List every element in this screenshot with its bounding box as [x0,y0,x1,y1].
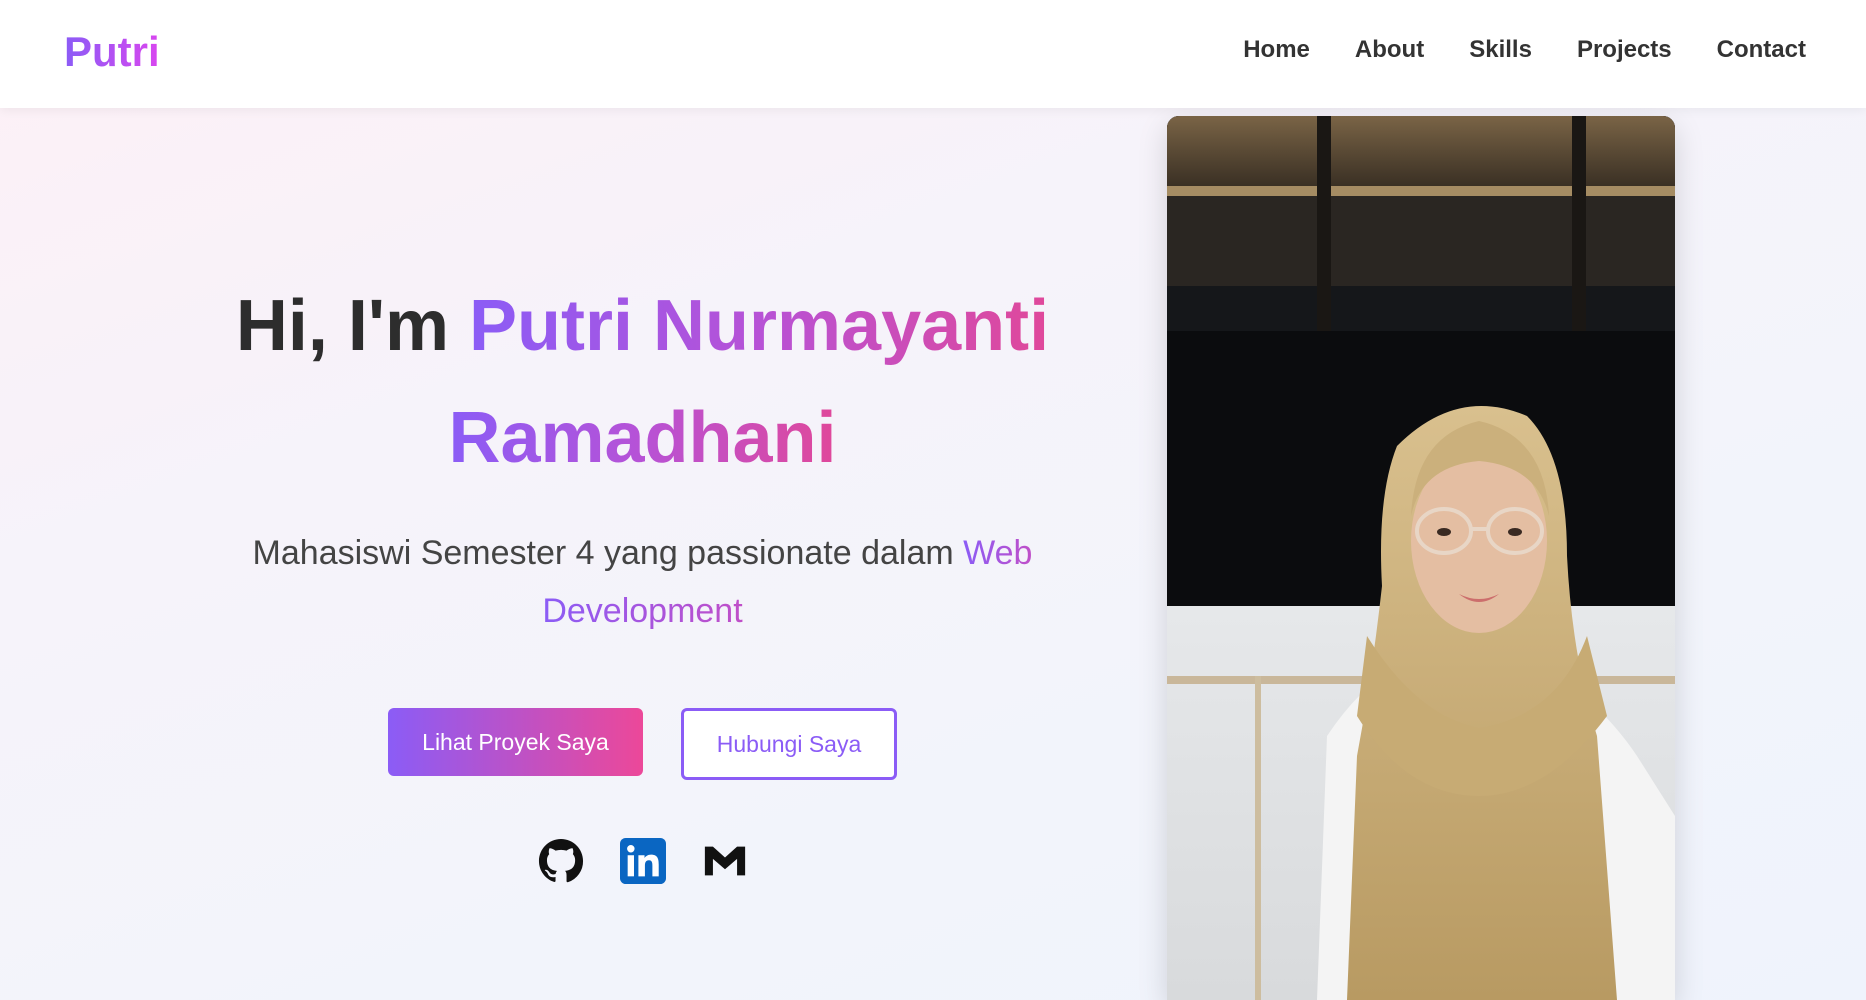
linkedin-icon [619,838,666,884]
hero-greeting: Hi, I'm [235,286,470,366]
navbar: Putri Home About Skills Projects Contact [0,0,1866,108]
hero-name-last: Ramadhani [448,398,837,478]
hero-intro: Hi, I'm Putri Nurmayanti Ramadhani Mahas… [160,270,1125,884]
github-icon [538,838,583,883]
contact-me-button[interactable]: Hubungi Saya [681,708,897,780]
gmail-icon [704,846,745,876]
nav-link-home[interactable]: Home [1243,36,1310,64]
nav-link-contact[interactable]: Contact [1717,36,1806,64]
linkedin-link[interactable] [619,838,666,884]
hero-subtitle: Mahasiswi Semester 4 yang passionate dal… [160,524,1125,640]
profile-photo-image [1167,116,1675,1000]
social-links [160,838,1125,884]
hero-subtitle-accent-dev: Development [542,592,743,630]
hero-subtitle-accent-web: Web [963,534,1033,572]
github-link[interactable] [538,838,584,884]
hero-name-first: Putri Nurmayanti [469,286,1050,366]
site-logo[interactable]: Putri [64,28,160,76]
hero-subtitle-text: Mahasiswi Semester 4 yang passionate dal… [252,534,964,572]
hero-buttons: Lihat Proyek Saya Hubungi Saya [160,708,1125,780]
nav-link-projects[interactable]: Projects [1577,36,1672,64]
profile-photo [1167,116,1675,1000]
gmail-link[interactable] [702,838,748,884]
hero-title: Hi, I'm Putri Nurmayanti Ramadhani [160,270,1125,494]
nav-link-skills[interactable]: Skills [1469,36,1532,64]
nav-links: Home About Skills Projects Contact [1243,36,1806,64]
nav-link-about[interactable]: About [1355,36,1424,64]
view-projects-button[interactable]: Lihat Proyek Saya [388,708,643,776]
